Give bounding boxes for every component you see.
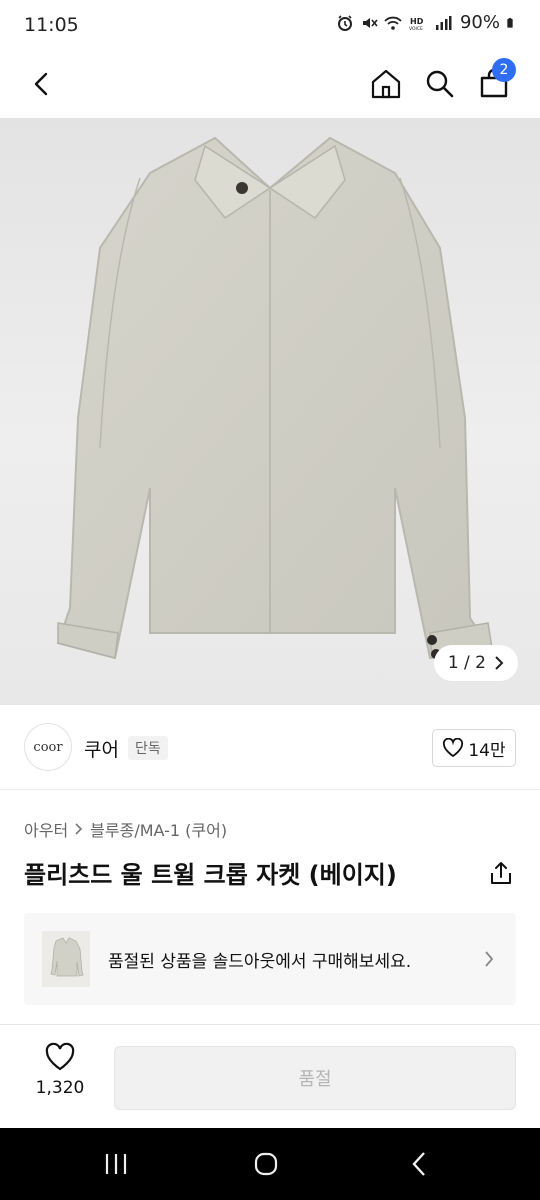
home-button[interactable] bbox=[362, 60, 410, 108]
breadcrumb-category[interactable]: 아우터 bbox=[24, 817, 68, 841]
battery-icon bbox=[507, 17, 513, 28]
system-nav-bar bbox=[0, 1128, 540, 1200]
system-back-button[interactable] bbox=[400, 1146, 440, 1182]
wishlist-count: 1,320 bbox=[35, 1078, 85, 1098]
back-chevron-icon bbox=[412, 1152, 425, 1176]
status-bar: 11:05 HD VOICE 90% bbox=[0, 0, 540, 50]
chevron-right-icon bbox=[495, 656, 504, 670]
wifi-icon bbox=[384, 16, 402, 30]
brand-like-button[interactable]: 14만 bbox=[432, 729, 516, 767]
soldout-promo-banner[interactable]: 품절된 상품을 솔드아웃에서 구매해보세요. bbox=[24, 913, 516, 1005]
back-button[interactable] bbox=[18, 60, 66, 108]
product-title: 플리츠드 울 트윌 크롭 자켓 (베이지) bbox=[24, 861, 397, 889]
mute-icon bbox=[362, 17, 378, 28]
status-time: 11:05 bbox=[24, 14, 79, 36]
circle-home-icon bbox=[254, 1152, 278, 1176]
battery-percent: 90% bbox=[459, 12, 500, 33]
chevron-right-icon bbox=[75, 823, 83, 835]
breadcrumb-subcategory[interactable]: 블루종/MA-1 (쿠어) bbox=[90, 817, 227, 841]
exclusive-badge: 단독 bbox=[128, 736, 168, 760]
divider bbox=[0, 1024, 540, 1025]
soldout-status-button[interactable]: 품절 bbox=[114, 1046, 516, 1110]
system-home-button[interactable] bbox=[246, 1146, 286, 1182]
share-icon bbox=[491, 862, 511, 884]
brand-row: coor 쿠어 단독 14만 bbox=[0, 705, 540, 790]
breadcrumb: 아우터 블루종/MA-1 (쿠어) bbox=[24, 817, 227, 841]
share-button[interactable] bbox=[486, 858, 516, 888]
hd-voice-icon: HDVOICE bbox=[409, 17, 424, 32]
cart-button[interactable]: 2 bbox=[470, 58, 518, 108]
recent-apps-icon bbox=[105, 1154, 127, 1174]
jacket-thumbnail-image bbox=[50, 937, 84, 977]
image-counter[interactable]: 1 / 2 bbox=[433, 645, 518, 681]
search-icon bbox=[426, 70, 454, 98]
svg-text:VOICE: VOICE bbox=[409, 26, 423, 32]
status-icons: HD VOICE 90% bbox=[336, 12, 518, 33]
cart-count-badge: 2 bbox=[492, 58, 516, 82]
home-icon bbox=[371, 69, 401, 99]
alarm-icon bbox=[337, 14, 352, 31]
jacket-image bbox=[56, 136, 493, 660]
soldout-banner-text: 품절된 상품을 솔드아웃에서 구매해보세요. bbox=[108, 951, 412, 972]
heart-icon bbox=[45, 1042, 75, 1071]
chevron-right-icon bbox=[482, 949, 496, 969]
wishlist-button[interactable]: 1,320 bbox=[24, 1042, 96, 1114]
brand-name[interactable]: 쿠어 bbox=[84, 735, 119, 762]
product-thumbnail bbox=[42, 931, 90, 987]
svg-text:HD: HD bbox=[410, 17, 424, 26]
brand-logo-text: coor bbox=[33, 739, 63, 755]
heart-icon bbox=[443, 738, 464, 758]
search-button[interactable] bbox=[416, 60, 464, 108]
image-counter-text: 1 / 2 bbox=[447, 653, 486, 673]
top-nav: 2 bbox=[0, 50, 540, 118]
brand-logo[interactable]: coor bbox=[24, 723, 72, 771]
recent-apps-button[interactable] bbox=[96, 1146, 136, 1182]
product-image-gallery[interactable]: 1 / 2 bbox=[0, 118, 540, 705]
back-arrow-icon bbox=[34, 72, 48, 96]
brand-like-count: 14만 bbox=[468, 740, 506, 761]
signal-icon bbox=[435, 15, 452, 30]
